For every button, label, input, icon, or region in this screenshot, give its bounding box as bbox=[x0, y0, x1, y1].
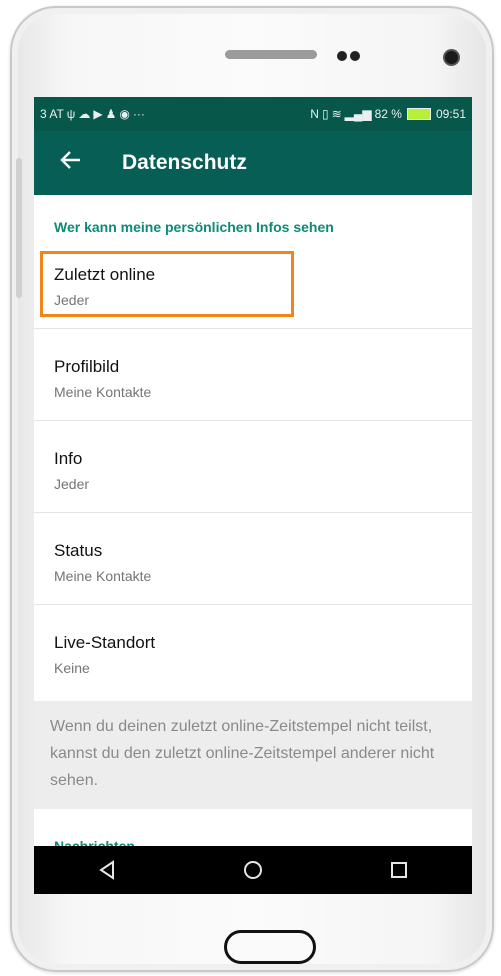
info-note: Wenn du deinen zuletzt online-Zeitstempe… bbox=[34, 701, 472, 809]
setting-last-seen[interactable]: Zuletzt online Jeder bbox=[34, 237, 472, 329]
chrome-icon: ◉ bbox=[119, 107, 130, 121]
status-bar-right: N ▯ ≋ ▂▄▆ 82 % 09:51 bbox=[310, 107, 466, 121]
setting-live-location[interactable]: Live-Standort Keine bbox=[34, 605, 472, 697]
setting-label: Zuletzt online bbox=[54, 265, 156, 284]
cloud-icon: ☁ bbox=[78, 107, 91, 121]
play-icon: ▶ bbox=[93, 107, 103, 121]
clock: 09:51 bbox=[435, 107, 466, 121]
status-bar: 3 AT ψ ☁ ▶ ♟ ◉ ··· N ▯ ≋ ▂▄▆ 82 % 09:51 bbox=[34, 97, 472, 131]
back-triangle-icon[interactable] bbox=[82, 850, 132, 890]
status-bar-left: 3 AT ψ ☁ ▶ ♟ ◉ ··· bbox=[40, 107, 145, 121]
page-title: Datenschutz bbox=[122, 151, 247, 174]
back-arrow-icon[interactable] bbox=[34, 149, 88, 178]
app-bar: Datenschutz bbox=[34, 131, 472, 195]
battery-icon bbox=[406, 108, 431, 120]
setting-label: Profilbild bbox=[54, 357, 120, 376]
setting-about[interactable]: Info Jeder bbox=[34, 421, 472, 513]
speaker-grille bbox=[225, 50, 317, 59]
setting-value: Meine Kontakte bbox=[54, 384, 152, 400]
more-icon: ··· bbox=[132, 107, 145, 121]
person-icon: ♟ bbox=[105, 107, 117, 121]
setting-label: Live-Standort bbox=[54, 633, 156, 652]
setting-label: Status bbox=[54, 541, 103, 560]
setting-value: Jeder bbox=[54, 476, 90, 492]
carrier-label: 3 AT bbox=[40, 107, 64, 121]
setting-value: Meine Kontakte bbox=[54, 568, 152, 584]
front-camera bbox=[445, 51, 458, 64]
wifi-icon: ≋ bbox=[331, 107, 342, 121]
navigation-bar bbox=[34, 846, 472, 894]
recents-square-icon[interactable] bbox=[374, 850, 424, 890]
setting-profile-photo[interactable]: Profilbild Meine Kontakte bbox=[34, 329, 472, 421]
nfc-icon: N bbox=[310, 107, 319, 121]
phone-screen: 3 AT ψ ☁ ▶ ♟ ◉ ··· N ▯ ≋ ▂▄▆ 82 % 09:51 … bbox=[34, 97, 472, 894]
signal-icon: ▂▄▆ bbox=[344, 107, 372, 121]
setting-label: Info bbox=[54, 449, 83, 468]
setting-value: Keine bbox=[54, 660, 90, 676]
section-header: Wer kann meine persönlichen Infos sehen bbox=[54, 219, 334, 235]
next-section-header: Nachrichten bbox=[54, 838, 135, 846]
battery-percent: 82 % bbox=[374, 107, 402, 121]
vibrate-icon: ▯ bbox=[321, 107, 329, 121]
hardware-home-button[interactable] bbox=[224, 930, 316, 964]
home-circle-icon[interactable] bbox=[228, 850, 278, 890]
side-button bbox=[16, 158, 22, 298]
settings-content: Wer kann meine persönlichen Infos sehen … bbox=[34, 195, 472, 846]
setting-value: Jeder bbox=[54, 292, 90, 308]
setting-status[interactable]: Status Meine Kontakte bbox=[34, 513, 472, 605]
usb-icon: ψ bbox=[66, 107, 76, 121]
sensors bbox=[337, 48, 367, 61]
